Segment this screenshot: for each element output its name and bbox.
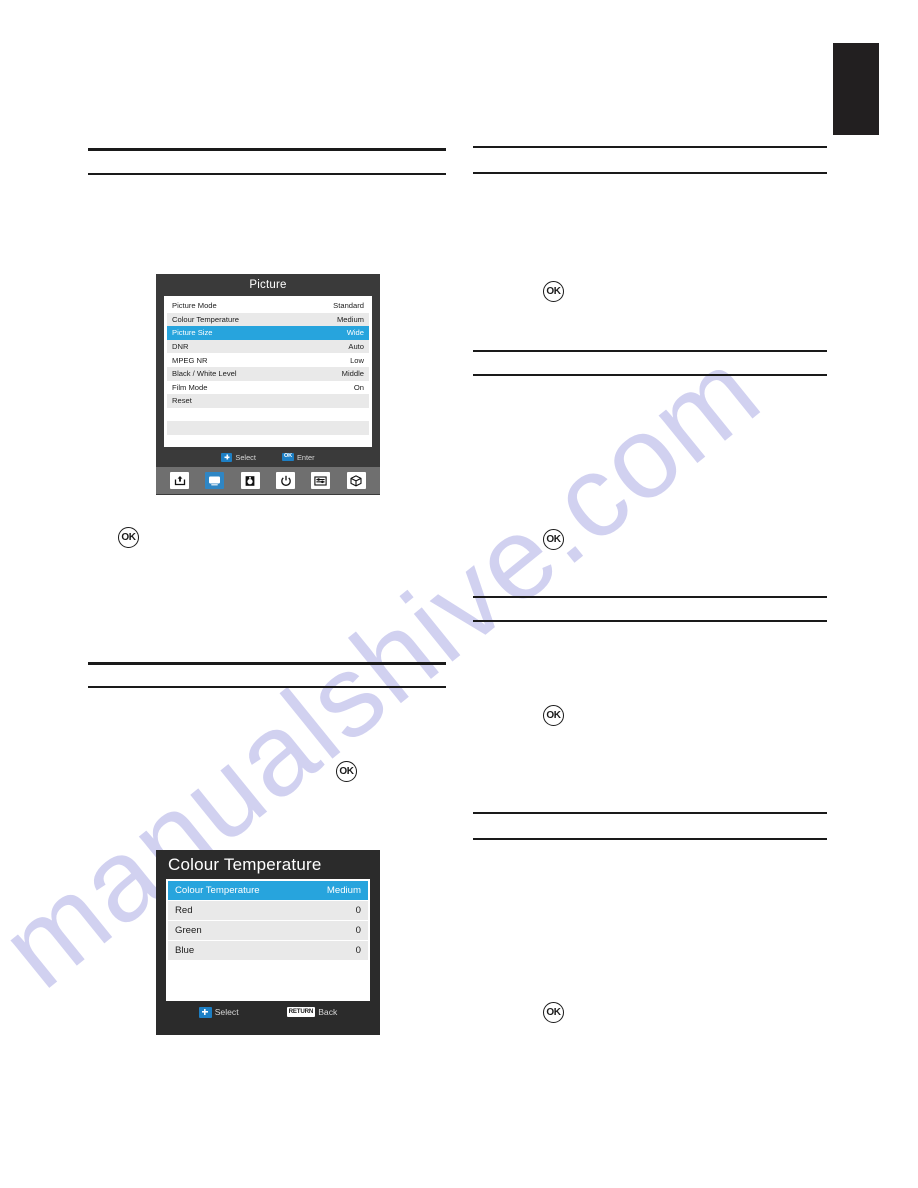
picture-menu-row-label: Black / White Level [172, 369, 237, 379]
picture-menu-row[interactable]: Picture Size Wide [167, 326, 369, 340]
picture-menu-row-value: On [353, 382, 364, 392]
picture-menu-row-value: Standard [333, 301, 364, 311]
power-timer-icon[interactable] [276, 472, 296, 489]
colour-temperature-menu-row-value: 0 [355, 904, 361, 916]
hint-back-label: Back [318, 1007, 338, 1017]
colour-temperature-menu-row-label: Green [175, 924, 202, 936]
picture-menu-row[interactable]: Black / White Level Middle [167, 366, 369, 381]
section-rule-right-3 [473, 374, 827, 376]
picture-menu-row-label: Picture Mode [172, 301, 217, 311]
picture-menu-row[interactable]: Colour Temperature Medium [167, 312, 369, 327]
picture-menu-row-value: Auto [348, 342, 364, 352]
colour-temperature-menu-row[interactable]: Blue 0 [168, 941, 368, 960]
colour-temperature-menu-row-label: Blue [175, 945, 195, 957]
colour-temperature-osd-list: Colour Temperature Medium Red 0 Green 0 Blue 0 [166, 879, 370, 1001]
picture-menu-row-value: Medium [336, 314, 364, 324]
ok-button-icon-5: OK [543, 1002, 564, 1023]
picture-menu-row-label: MPEG NR [172, 355, 208, 365]
picture-menu-row-label: Film Mode [172, 382, 208, 392]
input-source-icon[interactable] [170, 472, 190, 489]
dpad-icon [221, 452, 233, 462]
setup-icon[interactable] [311, 472, 331, 489]
picture-menu-row[interactable]: MPEG NR Low [167, 353, 369, 367]
dpad-icon [198, 1006, 212, 1018]
colour-temperature-menu-row-value: 0 [355, 945, 361, 957]
ok-button-icon-1: OK [336, 761, 357, 782]
picture-menu-row[interactable]: Film Mode On [167, 380, 369, 395]
three-d-icon[interactable] [346, 472, 366, 489]
picture-menu-row[interactable]: DNR Auto [167, 339, 369, 354]
section-rule-left-1 [88, 173, 446, 175]
hint-select: Select [198, 1006, 239, 1018]
picture-menu-row[interactable]: Reset [167, 394, 369, 408]
picture-menu-row-label: Picture Size [172, 328, 213, 338]
picture-menu-row-label: Reset [172, 396, 192, 406]
picture-icon[interactable] [205, 472, 225, 489]
colour-temperature-menu-row[interactable]: Green 0 [168, 921, 368, 940]
hint-back: RETURN Back [286, 1007, 338, 1017]
hint-select: Select [221, 452, 256, 462]
section-rule-right-1 [473, 172, 827, 174]
picture-osd-hintbar: Select OK Enter [156, 447, 380, 467]
picture-menu-row-value: Wide [346, 328, 364, 338]
hint-enter-label: Enter [296, 452, 315, 462]
hint-enter: OK Enter [281, 452, 315, 462]
picture-osd-list: Picture Mode Standard Colour Temperature Me… [164, 296, 372, 447]
picture-menu-row[interactable]: Picture Mode Standard [167, 299, 369, 313]
colour-temperature-osd-hintbar: Select RETURN Back [156, 1001, 380, 1023]
colour-temperature-menu-row[interactable]: Red 0 [168, 901, 368, 920]
picture-osd-screenshot: Picture Picture Mode Standard Colour Tempe… [156, 274, 380, 495]
picture-osd-title: Picture [249, 279, 287, 291]
colour-temperature-menu-row-label: Colour Temperature [175, 884, 260, 896]
section-rule-left-3 [88, 686, 446, 688]
section-rule-right-6 [473, 812, 827, 814]
hint-select-label: Select [235, 452, 256, 462]
picture-menu-row-value: Low [350, 355, 364, 365]
picture-menu-row-label: Colour Temperature [172, 314, 239, 324]
picture-osd-iconbar [156, 467, 380, 494]
section-rule-right-5 [473, 620, 827, 622]
colour-temperature-menu-row-label: Red [175, 904, 193, 916]
colour-temperature-menu-row-value: Medium [326, 884, 361, 896]
page-corner-tab [833, 43, 879, 135]
sound-icon[interactable] [240, 472, 260, 489]
ok-badge-icon: OK [281, 452, 294, 462]
ok-button-icon-2: OK [543, 281, 564, 302]
colour-temperature-osd-title: Colour Temperature [168, 854, 322, 874]
watermark-text: manualshive.com [0, 324, 784, 1013]
section-rule-right-4 [473, 596, 827, 598]
picture-menu-row-value: Middle [341, 369, 364, 379]
section-rule-right-2 [473, 350, 827, 352]
picture-menu-row[interactable] [167, 407, 369, 422]
hint-select-label: Select [214, 1007, 239, 1017]
colour-temperature-menu-row[interactable]: Colour Temperature Medium [168, 881, 368, 900]
ok-button-icon-0: OK [118, 527, 139, 548]
section-rule-left-2 [88, 662, 446, 665]
manual-page: manualshive.com OK OK OK OK OK OK Picture Pic… [0, 0, 918, 1188]
section-rule-right-0 [473, 146, 827, 148]
section-rule-left-0 [88, 148, 446, 151]
return-badge-icon: RETURN [286, 1007, 316, 1017]
picture-menu-row-label: DNR [172, 342, 189, 352]
colour-temperature-menu-row-value: 0 [355, 924, 361, 936]
colour-temperature-osd-screenshot: Colour Temperature Colour Temperature Med… [156, 850, 380, 1035]
section-rule-right-7 [473, 838, 827, 840]
picture-menu-row[interactable] [167, 421, 369, 435]
ok-button-icon-4: OK [543, 705, 564, 726]
ok-button-icon-3: OK [543, 529, 564, 550]
watermark: manualshive.com [0, 0, 918, 1188]
